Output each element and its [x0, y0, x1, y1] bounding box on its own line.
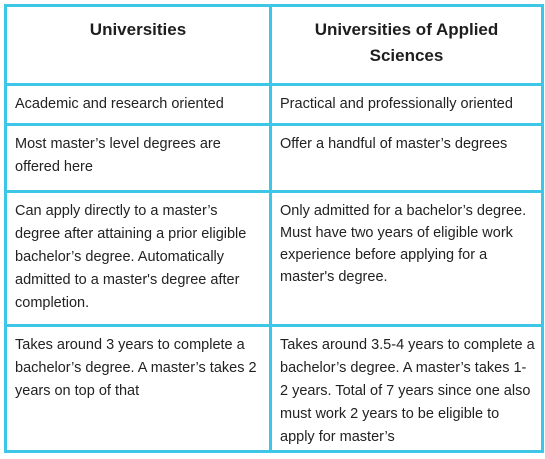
table-row: Takes around 3 years to complete a bache…: [4, 323, 544, 454]
header-row: Universities Universities of Applied Sci…: [4, 4, 544, 86]
cell-universities-masters-offered: Most master’s level degrees are offered …: [4, 123, 272, 194]
cell-applied-masters-offered: Offer a handful of master’s degrees: [269, 123, 544, 194]
cell-universities-duration: Takes around 3 years to complete a bache…: [4, 323, 272, 454]
table-row: Most master’s level degrees are offered …: [4, 123, 544, 194]
comparison-table: Universities Universities of Applied Sci…: [4, 4, 544, 454]
table-row: Can apply directly to a master’s degree …: [4, 190, 544, 327]
header-universities: Universities: [4, 4, 272, 86]
cell-universities-admission: Can apply directly to a master’s degree …: [4, 190, 272, 327]
cell-applied-orientation: Practical and professionally oriented: [269, 82, 544, 127]
cell-universities-orientation: Academic and research oriented: [4, 82, 272, 127]
header-applied-sciences: Universities of Applied Sciences: [269, 4, 544, 86]
cell-applied-duration: Takes around 3.5-4 years to complete a b…: [269, 323, 544, 454]
cell-applied-admission: Only admitted for a bachelor’s degree. M…: [269, 190, 544, 327]
table-row: Academic and research oriented Practical…: [4, 82, 544, 127]
